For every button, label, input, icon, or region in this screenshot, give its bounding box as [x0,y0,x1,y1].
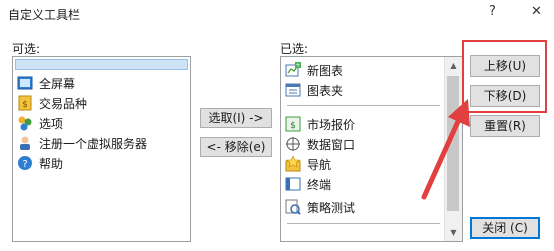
available-item-symbols[interactable]: $ 交易品种 [17,93,87,113]
add-button[interactable]: 选取(I) -> [200,108,272,128]
item-label: 导航 [307,157,332,172]
item-label: 图表夹 [307,83,344,98]
data-window-icon [285,136,301,152]
symbols-icon: $ [17,95,33,111]
close-button[interactable]: 关闭 (C) [470,217,540,239]
options-icon [17,115,33,131]
reset-button[interactable]: 重置(R) [470,115,540,137]
fullscreen-icon [17,75,33,91]
available-label: 可选: [12,42,41,56]
available-item-fullscreen[interactable]: 全屏幕 [17,73,75,93]
profiles-icon [285,82,301,98]
selected-item-new-chart[interactable]: + 新图表 [285,60,343,80]
svg-text:$: $ [22,100,28,110]
virtual-server-icon [17,135,33,151]
close-window-button[interactable]: ✕ [531,4,542,19]
svg-text:+: + [295,62,300,69]
available-item-help[interactable]: ? 帮助 [17,153,63,173]
window-title: 自定义工具栏 [8,8,81,22]
selected-item-terminal[interactable]: 终端 [285,174,331,194]
help-icon: ? [17,155,33,171]
item-label: 全屏幕 [39,76,76,91]
available-list[interactable]: 全屏幕 $ 交易品种 选项 注册一个虚拟服务器 ? 帮助 [12,56,191,242]
selected-item-profiles[interactable]: 图表夹 [285,80,343,100]
scroll-down-arrow-icon[interactable]: ▼ [445,224,462,241]
selected-item-strategy-tester[interactable]: 策略测试 [285,197,355,217]
selected-item-navigator[interactable]: 导航 [285,154,331,174]
item-label: 交易品种 [39,96,88,111]
move-up-button[interactable]: 上移(U) [470,55,540,77]
new-chart-icon: + [285,62,301,78]
list-separator [287,223,440,224]
selected-item-market-watch[interactable]: $ 市场报价 [285,114,355,134]
help-button[interactable]: ? [489,4,496,19]
item-label: 新图表 [307,63,344,78]
item-label: 帮助 [39,156,64,171]
terminal-icon [285,176,301,192]
selected-item-data-window[interactable]: 数据窗口 [285,134,355,154]
svg-text:?: ? [22,159,27,170]
svg-text:$: $ [290,121,296,131]
navigator-icon [285,155,301,172]
remove-button[interactable]: <- 移除(e) [200,137,272,157]
strategy-tester-icon [285,199,301,215]
move-down-button[interactable]: 下移(D) [470,85,540,107]
item-label: 策略测试 [307,200,356,215]
item-label: 选项 [39,116,64,131]
available-item-virtual-server[interactable]: 注册一个虚拟服务器 [17,133,147,153]
item-label: 数据窗口 [307,137,356,152]
scroll-up-arrow-icon[interactable]: ▲ [445,57,462,74]
selected-label: 已选: [280,42,309,56]
item-label: 终端 [307,177,332,192]
available-item-options[interactable]: 选项 [17,113,63,133]
market-watch-icon: $ [285,116,301,132]
selected-separator-item[interactable] [15,59,188,70]
annotation-arrow [421,99,470,200]
item-label: 注册一个虚拟服务器 [39,136,148,151]
item-label: 市场报价 [307,117,356,132]
